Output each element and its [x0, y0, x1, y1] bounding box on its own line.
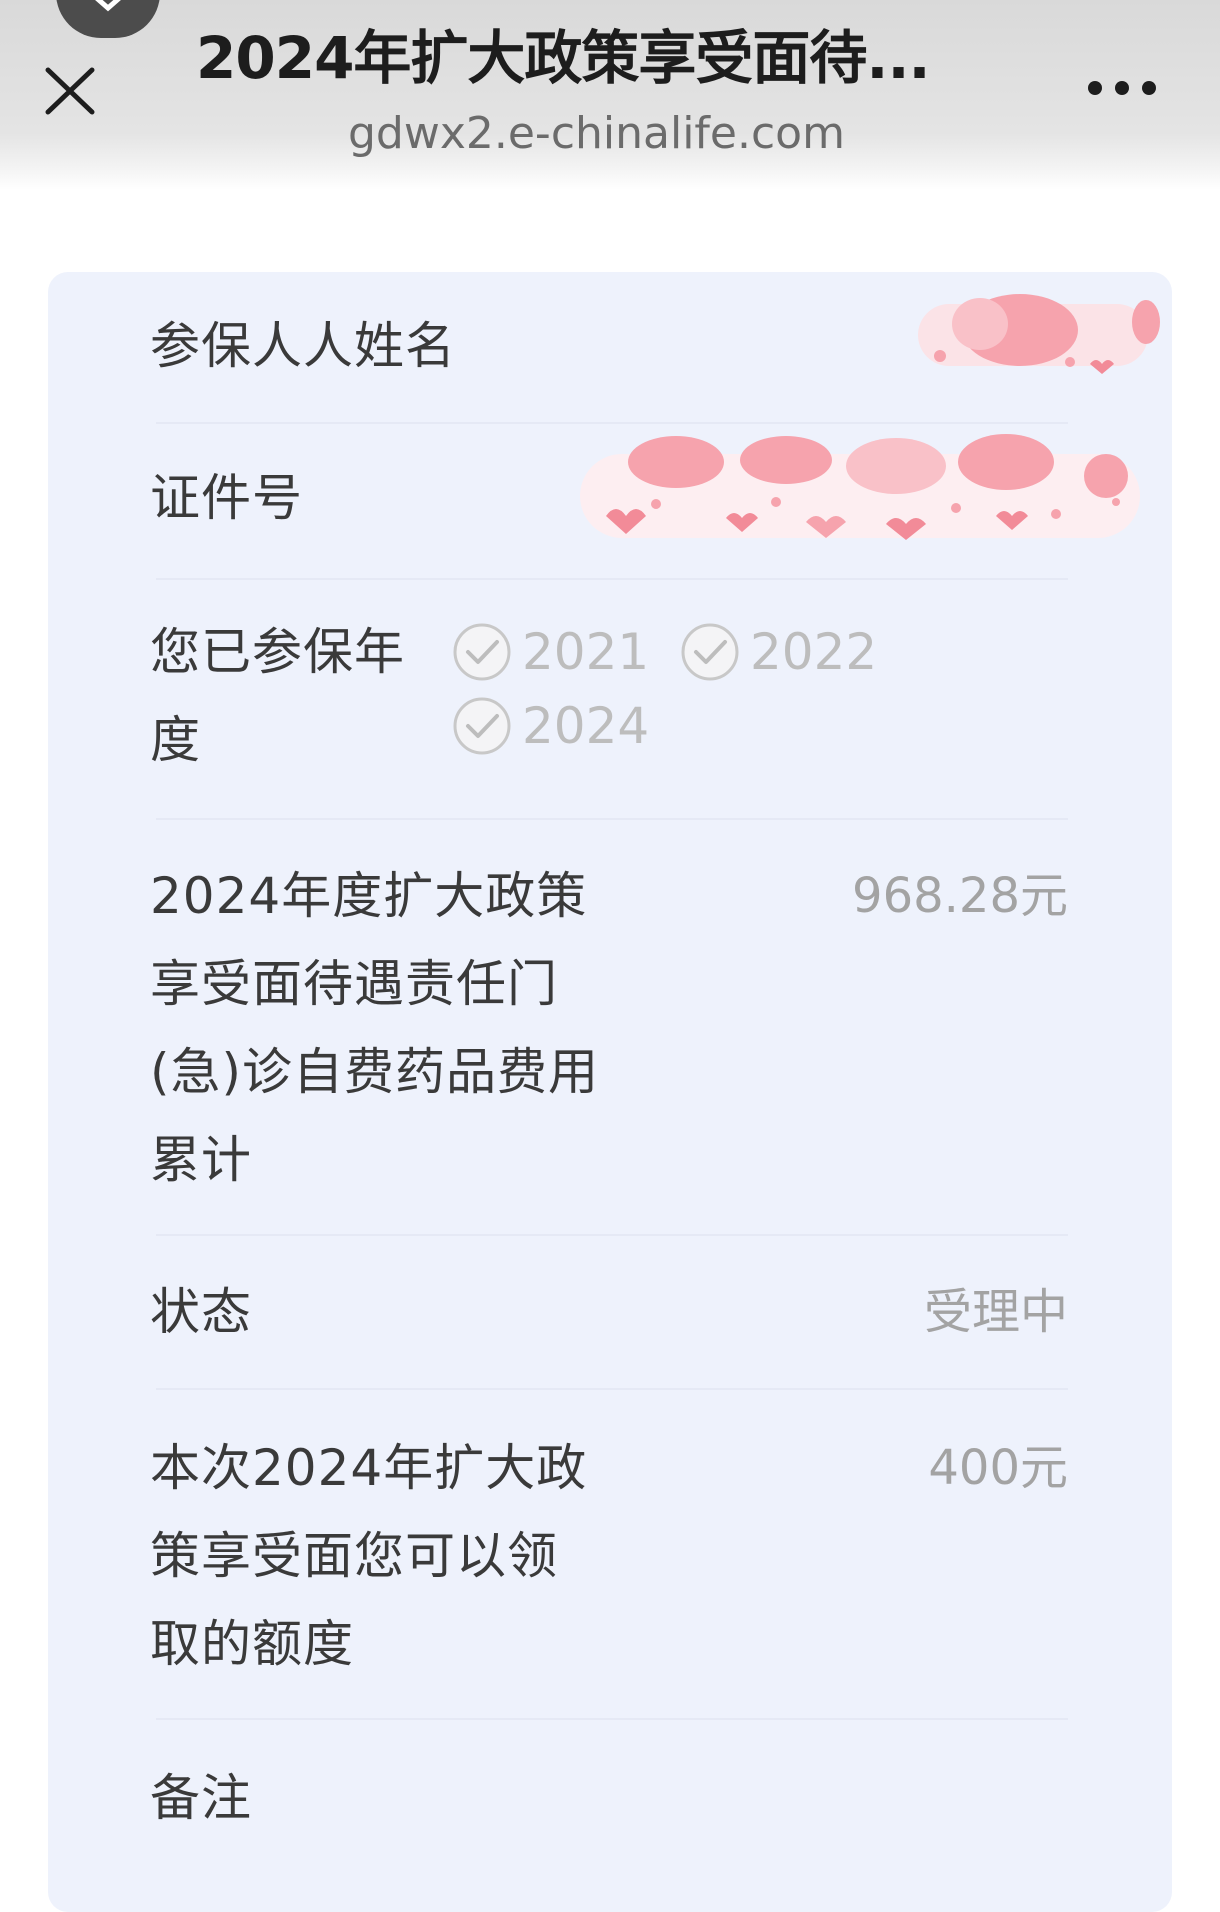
claimable-quota-label: 本次2024年扩大政 策享受面您可以领 取的额度 — [150, 1424, 670, 1688]
quota-label-line: 策享受面您可以领 — [150, 1527, 558, 1585]
cost-accumulation-value: 968.28元 — [852, 868, 1068, 924]
checked-circle-icon — [453, 697, 511, 755]
cost-label-line: 享受面待遇责任门 — [150, 955, 558, 1013]
name-redaction-sticker — [918, 294, 1160, 374]
insured-years-label-line: 您已参保年 — [150, 623, 405, 681]
divider — [156, 1234, 1068, 1236]
insured-years-label: 您已参保年 度 — [150, 608, 405, 784]
status-row: 状态 受理中 — [150, 1268, 1068, 1356]
status-value: 受理中 — [923, 1284, 1068, 1340]
more-dots-icon — [1142, 81, 1156, 95]
year-checkbox-2022[interactable]: 2022 — [680, 616, 880, 688]
remark-row: 备注 — [150, 1754, 1068, 1842]
cost-label-line: 累计 — [150, 1131, 252, 1189]
year-label: 2021 — [522, 623, 650, 681]
cost-label-line: (急)诊自费药品费用 — [150, 1043, 600, 1101]
claimable-quota-value: 400元 — [928, 1440, 1068, 1496]
divider — [156, 422, 1068, 424]
more-dots-icon — [1115, 81, 1129, 95]
year-label: 2022 — [750, 623, 878, 681]
year-checkbox-2021[interactable]: 2021 — [452, 616, 652, 688]
badge-close-icon — [95, 0, 121, 12]
divider — [156, 578, 1068, 580]
quota-label-line: 本次2024年扩大政 — [150, 1439, 588, 1497]
id-number-label: 证件号 — [150, 469, 303, 527]
divider — [156, 1388, 1068, 1390]
remark-label: 备注 — [150, 1769, 252, 1827]
quota-label-line: 取的额度 — [150, 1615, 354, 1673]
cost-label-line: 2024年度扩大政策 — [150, 867, 588, 925]
id-redaction-sticker — [580, 434, 1140, 540]
status-label: 状态 — [150, 1283, 252, 1341]
more-menu-button[interactable] — [1084, 70, 1164, 106]
insured-years-label-line: 度 — [150, 711, 201, 769]
claimable-quota-row: 本次2024年扩大政 策享受面您可以领 取的额度 400元 — [150, 1424, 1068, 1688]
year-checkbox-2024[interactable]: 2024 — [452, 690, 652, 762]
policy-info-card: 参保人人姓名 证件号 您已参保年 度 2021 2022 2024 2024年度… — [48, 272, 1172, 1912]
close-button[interactable] — [36, 60, 104, 120]
cost-accumulation-row: 2024年度扩大政策 享受面待遇责任门 (急)诊自费药品费用 累计 968.28… — [150, 852, 1068, 1204]
insured-years-row: 您已参保年 度 2021 2022 2024 — [150, 608, 1068, 788]
divider — [156, 818, 1068, 820]
more-dots-icon — [1088, 81, 1102, 95]
checked-circle-icon — [681, 623, 739, 681]
page-title: 2024年扩大政策享受面待... — [196, 24, 931, 92]
checked-circle-icon — [453, 623, 511, 681]
close-icon — [45, 67, 95, 115]
cost-accumulation-label: 2024年度扩大政策 享受面待遇责任门 (急)诊自费药品费用 累计 — [150, 852, 670, 1204]
page-url: gdwx2.e-chinalife.com — [348, 108, 845, 159]
top-navigation-bar: 2024年扩大政策享受面待... gdwx2.e-chinalife.com — [0, 0, 1220, 190]
year-label: 2024 — [522, 697, 650, 755]
insured-name-label: 参保人人姓名 — [150, 317, 456, 375]
divider — [156, 1718, 1068, 1720]
